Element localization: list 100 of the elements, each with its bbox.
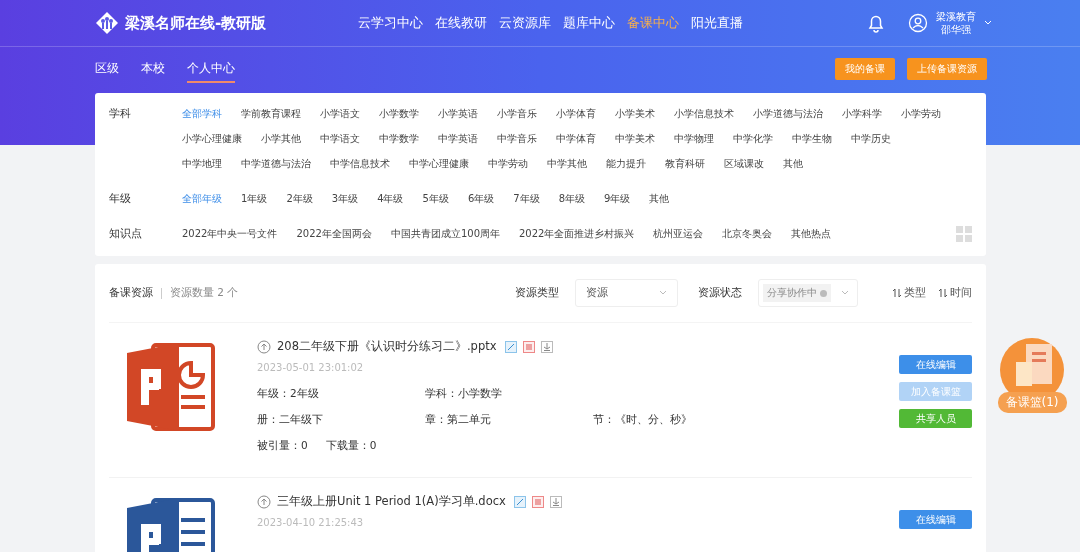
user-icon[interactable] — [908, 13, 928, 33]
file-meta: 下载量：0 — [325, 439, 377, 453]
filter-option[interactable]: 其他 — [783, 151, 803, 176]
filter-option[interactable]: 1年级 — [241, 186, 268, 211]
filter-option[interactable]: 杭州亚运会 — [653, 221, 704, 246]
subnav-tab[interactable]: 本校 — [141, 55, 165, 83]
filter-option[interactable]: 小学语文 — [320, 101, 360, 126]
file-meta: 册：二年级下 — [257, 413, 324, 427]
file-meta: 章：第二单元 — [425, 413, 492, 427]
filter-option[interactable]: 中学道德与法治 — [241, 151, 311, 176]
nav-link[interactable]: 阳光直播 — [691, 14, 743, 32]
type-label: 资源类型 — [515, 286, 559, 300]
subnav-tab[interactable]: 区级 — [95, 55, 119, 83]
chevron-down-icon — [841, 290, 849, 296]
user-name: 邵华强 — [941, 23, 971, 36]
download-icon[interactable] — [549, 495, 562, 508]
filter-option[interactable]: 中学音乐 — [497, 126, 537, 151]
filter-option[interactable]: 4年级 — [377, 186, 404, 211]
filter-option[interactable]: 学前教育课程 — [241, 101, 301, 126]
sort-icon — [892, 288, 902, 298]
file-title[interactable]: 三年级上册Unit 1 Period 1(A)学习单.docx — [277, 494, 506, 509]
filter-option[interactable]: 教育科研 — [665, 151, 705, 176]
filter-option[interactable]: 中学心理健康 — [409, 151, 469, 176]
nav-link[interactable]: 云学习中心 — [358, 14, 423, 32]
chevron-down-icon — [659, 290, 667, 296]
file-title[interactable]: 208二年级下册《认识时分练习二》.pptx — [277, 339, 497, 354]
filter-option[interactable]: 8年级 — [558, 186, 585, 211]
filter-option[interactable]: 中学历史 — [851, 126, 891, 151]
type-select[interactable]: 资源 — [575, 279, 678, 307]
edit-icon[interactable] — [513, 495, 526, 508]
filter-option[interactable]: 7年级 — [513, 186, 540, 211]
file-meta: 被引量：0 — [257, 439, 308, 453]
filter-option[interactable]: 中学美术 — [615, 126, 655, 151]
document-icon[interactable] — [531, 495, 544, 508]
filter-option[interactable]: 中学语文 — [320, 126, 360, 151]
filter-option[interactable]: 2022年中央一号文件 — [182, 221, 278, 246]
filter-option[interactable]: 中学地理 — [182, 151, 222, 176]
filter-option[interactable]: 中学英语 — [438, 126, 478, 151]
filter-option[interactable]: 2022年全面推进乡村振兴 — [519, 221, 635, 246]
filter-option[interactable]: 小学体育 — [556, 101, 596, 126]
filter-option[interactable]: 中学物理 — [674, 126, 714, 151]
filter-option[interactable]: 小学信息技术 — [674, 101, 734, 126]
subnav-tab[interactable]: 个人中心 — [187, 55, 235, 83]
filter-option[interactable]: 6年级 — [467, 186, 495, 211]
filter-option[interactable]: 北京冬奥会 — [722, 221, 773, 246]
filter-option[interactable]: 其他热点 — [791, 221, 832, 246]
file-date: 2023-05-01 23:01:02 — [257, 362, 365, 373]
resource-count: 资源数量 2 个 — [170, 286, 239, 300]
filter-option[interactable]: 中学体育 — [556, 126, 596, 151]
file-meta: 年级：2年级 — [257, 387, 320, 401]
nav-link[interactable]: 在线教研 — [435, 14, 487, 32]
filter-option[interactable]: 2022年全国两会 — [296, 221, 372, 246]
filter-option[interactable]: 小学英语 — [438, 101, 478, 126]
pin-icon[interactable] — [257, 339, 271, 354]
filter-option[interactable]: 小学其他 — [261, 126, 301, 151]
filter-option[interactable]: 小学美术 — [615, 101, 655, 126]
file-meta: 学科：小学数学 — [425, 387, 503, 401]
filter-option[interactable]: 小学劳动 — [901, 101, 941, 126]
filter-option[interactable]: 3年级 — [331, 186, 359, 211]
status-label: 资源状态 — [698, 286, 742, 300]
filter-option[interactable]: 5年级 — [422, 186, 449, 211]
file-meta: 节：《时、分、秒》 — [593, 413, 693, 427]
section-title: 备课资源 — [109, 286, 153, 300]
filter-option[interactable]: 中学化学 — [733, 126, 773, 151]
sort-link[interactable]: 时间 — [938, 286, 972, 300]
sort-link[interactable]: 类型 — [892, 286, 926, 300]
download-icon[interactable] — [540, 340, 553, 353]
filter-option[interactable]: 中学其他 — [547, 151, 587, 176]
file-date: 2023-04-10 21:25:43 — [257, 517, 365, 528]
nav-link[interactable]: 题库中心 — [563, 14, 615, 32]
filter-option[interactable]: 中学信息技术 — [330, 151, 390, 176]
filter-option[interactable]: 中国共青团成立100周年 — [390, 221, 500, 246]
filter-option[interactable]: 其他 — [649, 186, 670, 211]
filter-option[interactable]: 全部学科 — [182, 101, 222, 126]
logo-icon — [95, 11, 119, 35]
filter-option[interactable]: 中学生物 — [792, 126, 832, 151]
filter-option[interactable]: 能力提升 — [606, 151, 646, 176]
filter-label: 学科 — [109, 106, 132, 122]
site-title: 梁溪名师在线-教研版 — [125, 13, 267, 33]
nav-link[interactable]: 云资源库 — [499, 14, 551, 32]
edit-icon[interactable] — [504, 340, 517, 353]
filter-option[interactable]: 小学科学 — [842, 101, 882, 126]
filter-option[interactable]: 区域课改 — [724, 151, 764, 176]
caret-icon[interactable] — [984, 20, 992, 26]
filter-option[interactable]: 中学劳动 — [488, 151, 528, 176]
filter-option[interactable]: 小学心理健康 — [182, 126, 242, 151]
filter-option[interactable]: 小学音乐 — [497, 101, 537, 126]
bell-icon[interactable] — [866, 13, 886, 33]
user-org: 梁溪教育 — [936, 10, 976, 23]
filter-label: 知识点 — [109, 226, 143, 242]
filter-option[interactable]: 小学数学 — [379, 101, 419, 126]
document-icon[interactable] — [522, 340, 535, 353]
filter-option[interactable]: 9年级 — [604, 186, 631, 211]
filter-option[interactable]: 全部年级 — [182, 186, 222, 211]
filter-label: 年级 — [109, 191, 132, 207]
sort-icon — [938, 288, 948, 298]
filter-option[interactable]: 小学道德与法治 — [753, 101, 823, 126]
filter-option[interactable]: 2年级 — [286, 186, 313, 211]
pin-icon[interactable] — [257, 494, 271, 509]
filter-option[interactable]: 中学数学 — [379, 126, 419, 151]
